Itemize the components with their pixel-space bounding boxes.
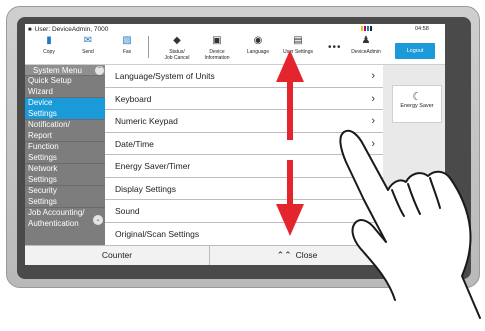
admin-user-icon: ♟ [361, 35, 371, 46]
touch-panel-screen: ■ User: DeviceAdmin, 7000 04:58 ▮ Copy ✉ … [25, 24, 445, 265]
sidebar-item-quick-setup[interactable]: Quick Setup Wizard [25, 76, 105, 98]
sidebar-item-security-settings[interactable]: Security Settings [25, 186, 105, 208]
sidebar-label: Wizard [28, 86, 53, 96]
interrupt-icon: // [427, 186, 433, 196]
sidebar-label: Settings [28, 196, 57, 206]
user-label: User: DeviceAdmin, 7000 [34, 26, 109, 33]
send-button[interactable]: ✉ Send [69, 33, 107, 63]
list-item-sound[interactable]: Sound › [105, 200, 383, 223]
close-label: Close [295, 250, 318, 260]
device-admin-button[interactable]: ♟ DeviceAdmin [347, 33, 385, 63]
more-icon[interactable]: ••• [328, 42, 342, 53]
interrupt-button[interactable]: // [417, 181, 443, 201]
sidebar-item-function-settings[interactable]: Function Settings [25, 142, 105, 164]
sidebar-label: Network [28, 164, 58, 173]
user-settings-button[interactable]: ▤ User Settings [279, 33, 317, 63]
chevron-right-icon: › [371, 115, 375, 127]
sidebar-item-device-settings[interactable]: Device Settings [25, 98, 105, 120]
list-item-language[interactable]: Language/System of Units › [105, 65, 383, 88]
sidebar-label: Function [28, 142, 59, 151]
sidebar-label: Settings [28, 152, 57, 162]
clock: 04:58 [415, 26, 429, 32]
list-item-original-scan[interactable]: Original/Scan Settings [105, 223, 383, 246]
list-item-label: Sound [115, 206, 140, 216]
toner-magenta-bar [364, 26, 366, 31]
list-item-label: Display Settings [115, 183, 176, 194]
list-item-label: Energy Saver/Timer [115, 161, 191, 171]
chevron-right-icon: › [371, 92, 375, 105]
list-item-date-time[interactable]: Date/Time › [105, 133, 383, 155]
status-job-cancel-button[interactable]: ◆ Status/ Job Cancel [158, 33, 196, 63]
chevron-right-icon: › [371, 182, 375, 195]
scroll-down-icon[interactable]: ⌄ [93, 215, 103, 225]
toner-indicator [361, 26, 372, 31]
copy-icon: ▮ [46, 35, 52, 46]
fax-icon: ▧ [122, 35, 132, 46]
chevron-right-icon: › [371, 70, 375, 82]
user-settings-icon: ▤ [293, 35, 303, 46]
list-item-label: Original/Scan Settings [115, 228, 200, 239]
list-item-label: Date/Time [115, 138, 154, 149]
toner-cyan-bar [367, 26, 369, 31]
toner-yellow-bar [361, 26, 363, 31]
system-menu-title[interactable]: System Menu [25, 65, 105, 76]
toolbar-divider [148, 36, 149, 58]
language-icon: ◉ [253, 35, 263, 46]
language-button[interactable]: ◉ Language [239, 33, 277, 63]
status-user: ■ User: DeviceAdmin, 7000 [28, 26, 108, 33]
chevron-right-icon: › [371, 205, 375, 217]
sidebar-item-network-settings[interactable]: Network Settings [25, 164, 105, 186]
logout-button[interactable]: Logout [395, 43, 435, 59]
sidebar-item-notification-report[interactable]: Notification/ Report [25, 120, 105, 142]
sidebar-label: Settings [28, 174, 57, 184]
fax-label: Fax [122, 49, 132, 55]
list-item-keyboard[interactable]: Keyboard › [105, 88, 383, 110]
chevron-right-icon: › [371, 160, 375, 172]
energy-saver-label: Energy Saver [400, 103, 434, 109]
right-panel: ☾ Energy Saver // [383, 65, 445, 265]
device-admin-label: DeviceAdmin [351, 49, 381, 55]
energy-saver-button[interactable]: ☾ Energy Saver [392, 85, 442, 123]
fax-button[interactable]: ▧ Fax [108, 33, 146, 63]
sidebar-label: Settings [28, 108, 57, 118]
status-icon: ◆ [173, 35, 181, 46]
send-icon: ✉ [83, 35, 93, 46]
sidebar-label: Report [28, 130, 53, 140]
send-label: Send [82, 49, 94, 55]
double-chevron-up-icon: ⌃⌃ [276, 250, 292, 260]
sidebar-label: Quick Setup [28, 76, 72, 85]
sidebar-label: Notification/ [28, 120, 70, 129]
list-item-label: Language/System of Units [115, 71, 215, 81]
device-info-icon: ▣ [212, 35, 222, 46]
device-settings-list: Language/System of Units › Keyboard › Nume… [105, 65, 383, 243]
sidebar-label: Security [28, 186, 57, 195]
list-item-display-settings[interactable]: Display Settings › [105, 178, 383, 200]
list-item-label: Numeric Keypad [115, 116, 178, 126]
user-settings-label: User Settings [282, 49, 313, 55]
list-item-numeric-keypad[interactable]: Numeric Keypad › [105, 110, 383, 133]
counter-button[interactable]: Counter [25, 246, 210, 265]
device-label-2: Information [204, 55, 230, 61]
bottom-bar: Counter ⌃⌃ Close [25, 245, 445, 265]
language-label: Language [246, 49, 270, 55]
scroll-up-icon[interactable]: ⌃ [95, 66, 104, 75]
moon-icon: ☾ [412, 91, 422, 103]
list-item-label: Keyboard [115, 93, 152, 104]
device-information-button[interactable]: ▣ Device Information [198, 33, 236, 63]
toner-black-bar [370, 26, 372, 31]
list-item-energy-saver[interactable]: Energy Saver/Timer › [105, 155, 383, 178]
chevron-right-icon: › [371, 137, 375, 150]
copy-button[interactable]: ▮ Copy [30, 33, 68, 63]
status-label-2: Job Cancel [164, 55, 190, 61]
close-button[interactable]: ⌃⌃ Close [212, 246, 382, 265]
copy-label: Copy [43, 49, 55, 55]
sidebar-label: Device [28, 98, 53, 107]
